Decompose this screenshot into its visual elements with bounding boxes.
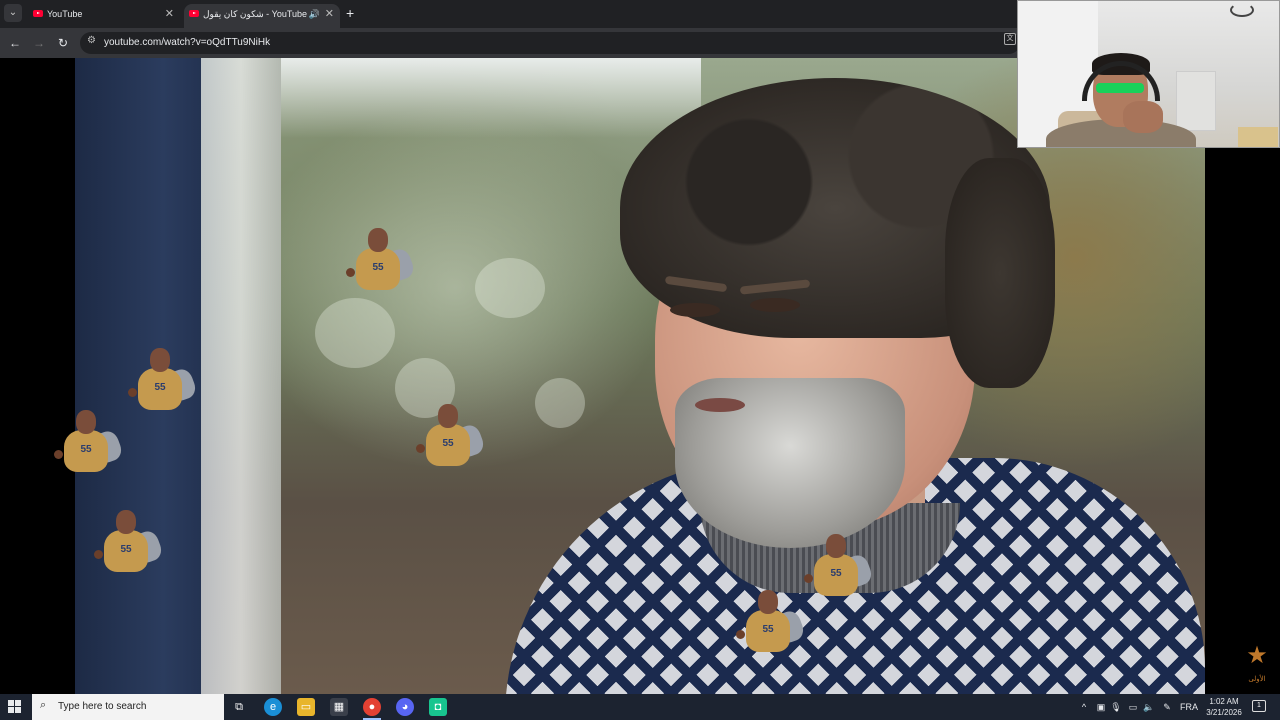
translate-icon[interactable]: 文	[1004, 33, 1016, 45]
new-tab-button[interactable]: +	[346, 4, 354, 22]
green-glasses	[1096, 83, 1144, 93]
app-icon[interactable]: ◘	[429, 698, 447, 716]
tab-title: شكون كان يقول - YouTube	[203, 9, 308, 19]
player-sticker: 55	[90, 510, 165, 582]
windows-taskbar: ⌕ Type here to search ⧉ e ▭ ▦ ● ◕ ◘ ^ ▣ …	[0, 694, 1280, 720]
microphone-icon[interactable]: 🎙	[1110, 694, 1122, 720]
tab-close-button[interactable]: ✕	[165, 4, 174, 24]
ceiling-lamp	[1230, 3, 1254, 17]
network-icon[interactable]: ▭	[1126, 694, 1140, 720]
youtube-icon	[189, 10, 199, 17]
player-sticker: 55	[50, 410, 125, 482]
youtube-icon	[33, 10, 43, 17]
taskbar-clock[interactable]: 1:02 AM 3/21/2026	[1196, 696, 1252, 718]
windows-start-icon[interactable]	[8, 700, 22, 714]
search-icon: ⌕	[40, 699, 47, 711]
speaker-icon[interactable]: 🔊	[309, 4, 320, 24]
address-bar[interactable]: ⚙ youtube.com/watch?v=oQdTTu9NiHk	[80, 32, 1020, 54]
tab-title: YouTube	[47, 9, 83, 19]
address-url[interactable]: youtube.com/watch?v=oQdTTu9NiHk	[104, 32, 270, 54]
back-icon[interactable]: ←	[6, 34, 24, 52]
site-info-icon[interactable]: ⚙	[87, 35, 96, 46]
player-sticker: 55	[124, 348, 199, 420]
discord-icon[interactable]: ◕	[396, 698, 414, 716]
store-icon[interactable]: ▦	[330, 698, 348, 716]
player-sticker: 55	[412, 404, 487, 476]
man-hair-side	[945, 158, 1055, 388]
channel-logo-text: الأولى	[1248, 676, 1266, 683]
volume-icon[interactable]: 🔈	[1142, 694, 1156, 720]
background-sky	[281, 58, 701, 138]
player-sticker: 55	[800, 534, 875, 606]
clock-time: 1:02 AM	[1209, 697, 1239, 706]
video-player[interactable]: 55 55 55 55 55 55 55 ★ الأولى	[0, 58, 1280, 694]
reload-icon[interactable]: ↻	[54, 34, 72, 52]
forward-icon[interactable]: →	[30, 34, 48, 52]
bokeh-light	[475, 258, 545, 318]
tab-search-button[interactable]: ⌄	[4, 4, 22, 22]
webcam-overlay	[1017, 0, 1280, 148]
tab-youtube[interactable]: YouTube ✕	[28, 4, 180, 28]
video-frame[interactable]	[75, 58, 1205, 694]
tab-close-button[interactable]: ✕	[325, 4, 334, 24]
file-explorer-icon[interactable]: ▭	[297, 698, 315, 716]
pen-icon[interactable]: ✎	[1160, 694, 1174, 720]
clock-date: 3/21/2026	[1206, 708, 1242, 717]
man-mouth	[695, 398, 745, 412]
edge-icon[interactable]: e	[264, 698, 282, 716]
bokeh-light	[315, 298, 395, 368]
man-eye	[750, 298, 800, 312]
background-column	[201, 58, 281, 694]
search-placeholder: Type here to search	[58, 701, 147, 712]
bokeh-light	[535, 378, 585, 428]
man-eye	[670, 303, 720, 317]
chrome-icon[interactable]: ●	[363, 698, 381, 716]
player-sticker: 55	[732, 590, 807, 662]
channel-logo: ★ الأولى	[1242, 644, 1272, 684]
task-view-icon[interactable]: ⧉	[230, 698, 248, 716]
tab-youtube-video[interactable]: شكون كان يقول - YouTube 🔊 ✕	[184, 4, 340, 28]
tray-overflow-icon[interactable]: ^	[1078, 694, 1090, 720]
notification-icon[interactable]: 1	[1252, 700, 1266, 712]
taskbar-search-input[interactable]: ⌕ Type here to search	[32, 694, 224, 720]
player-sticker: 55	[342, 228, 417, 300]
meet-now-icon[interactable]: ▣	[1094, 694, 1108, 720]
